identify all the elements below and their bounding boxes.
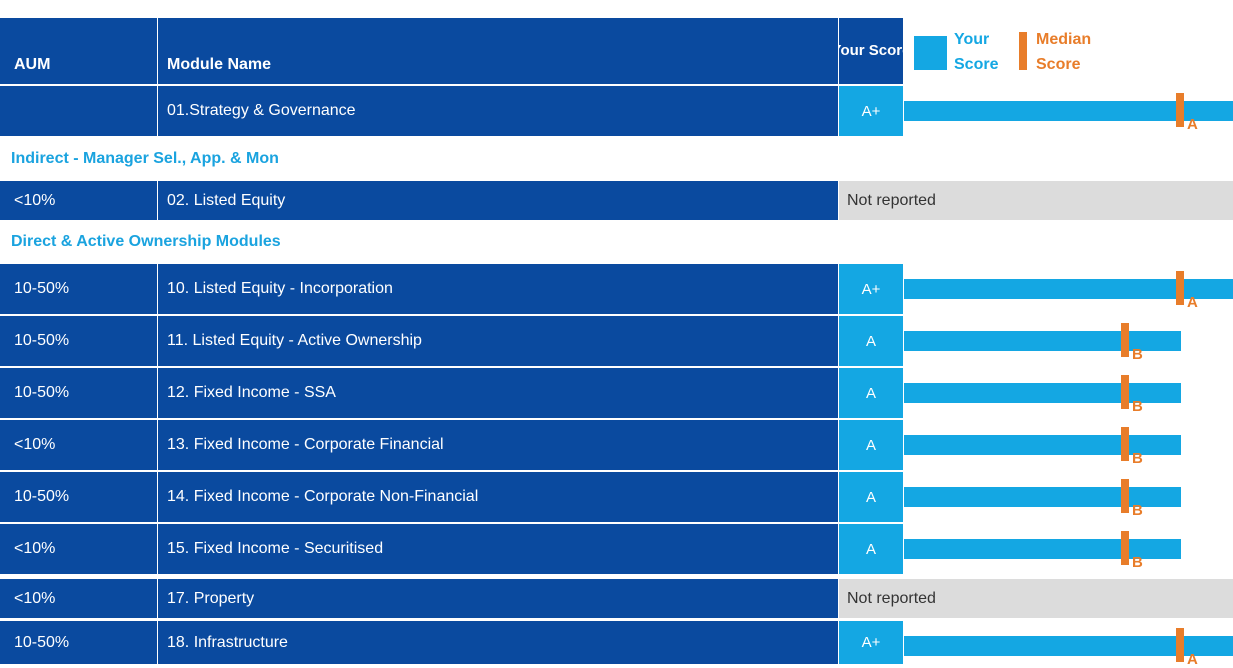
your-score-header: Your Score — [839, 18, 903, 84]
module-name-cell: 13. Fixed Income - Corporate Financial — [158, 420, 838, 470]
module-name-cell: 01.Strategy & Governance — [158, 86, 838, 136]
aum-cell: 10-50% — [0, 368, 157, 418]
module-name-cell: 14. Fixed Income - Corporate Non-Financi… — [158, 472, 838, 522]
module-name-cell: 11. Listed Equity - Active Ownership — [158, 316, 838, 366]
aum-cell: <10% — [0, 181, 157, 220]
median-marker — [1121, 375, 1129, 409]
median-label: B — [1132, 398, 1143, 415]
median-label: A — [1187, 294, 1198, 311]
legend-your-score-swatch — [914, 36, 947, 70]
median-marker — [1176, 93, 1184, 127]
aum-cell: <10% — [0, 420, 157, 470]
legend-median-swatch — [1019, 32, 1027, 70]
score-cell: A — [839, 316, 903, 366]
aum-cell: 10-50% — [0, 316, 157, 366]
median-marker — [1121, 479, 1129, 513]
score-cell: A — [839, 524, 903, 574]
not-reported-cell: Not reported — [839, 579, 1233, 618]
legend-median-label: Median Score — [1036, 31, 1092, 73]
aum-header: AUM — [0, 18, 157, 84]
median-marker — [1121, 531, 1129, 565]
median-label: B — [1132, 502, 1143, 519]
module-name-cell: 15. Fixed Income - Securitised — [158, 524, 838, 574]
legend-your-score-label: Your Score — [954, 31, 999, 73]
module-name-cell: 17. Property — [158, 579, 838, 618]
score-table: AUM Module Name Your Score Your Score Me… — [0, 0, 1233, 668]
section-heading: Direct & Active Ownership Modules — [0, 221, 1233, 262]
your-score-header-label: Your Score — [839, 42, 903, 59]
score-cell: A+ — [839, 86, 903, 136]
module-name-cell: 12. Fixed Income - SSA — [158, 368, 838, 418]
median-marker — [1176, 628, 1184, 662]
median-label: B — [1132, 450, 1143, 467]
median-label: B — [1132, 554, 1143, 571]
score-cell: A — [839, 368, 903, 418]
module-name-cell: 02. Listed Equity — [158, 181, 838, 220]
module-name-cell: 10. Listed Equity - Incorporation — [158, 264, 838, 314]
median-label: A — [1187, 116, 1198, 133]
aum-cell: <10% — [0, 579, 157, 618]
median-marker — [1176, 271, 1184, 305]
not-reported-cell: Not reported — [839, 181, 1233, 220]
module-name-header: Module Name — [158, 18, 838, 84]
aum-cell: 10-50% — [0, 621, 157, 664]
score-cell: A — [839, 472, 903, 522]
module-name-cell: 18. Infrastructure — [158, 621, 838, 664]
median-marker — [1121, 323, 1129, 357]
section-heading: Indirect - Manager Sel., App. & Mon — [0, 138, 1233, 179]
median-label: B — [1132, 346, 1143, 363]
aum-cell: <10% — [0, 524, 157, 574]
aum-cell — [0, 86, 157, 136]
score-cell: A+ — [839, 621, 903, 664]
median-label: A — [1187, 651, 1198, 668]
aum-cell: 10-50% — [0, 472, 157, 522]
median-marker — [1121, 427, 1129, 461]
aum-cell: 10-50% — [0, 264, 157, 314]
score-cell: A — [839, 420, 903, 470]
score-cell: A+ — [839, 264, 903, 314]
